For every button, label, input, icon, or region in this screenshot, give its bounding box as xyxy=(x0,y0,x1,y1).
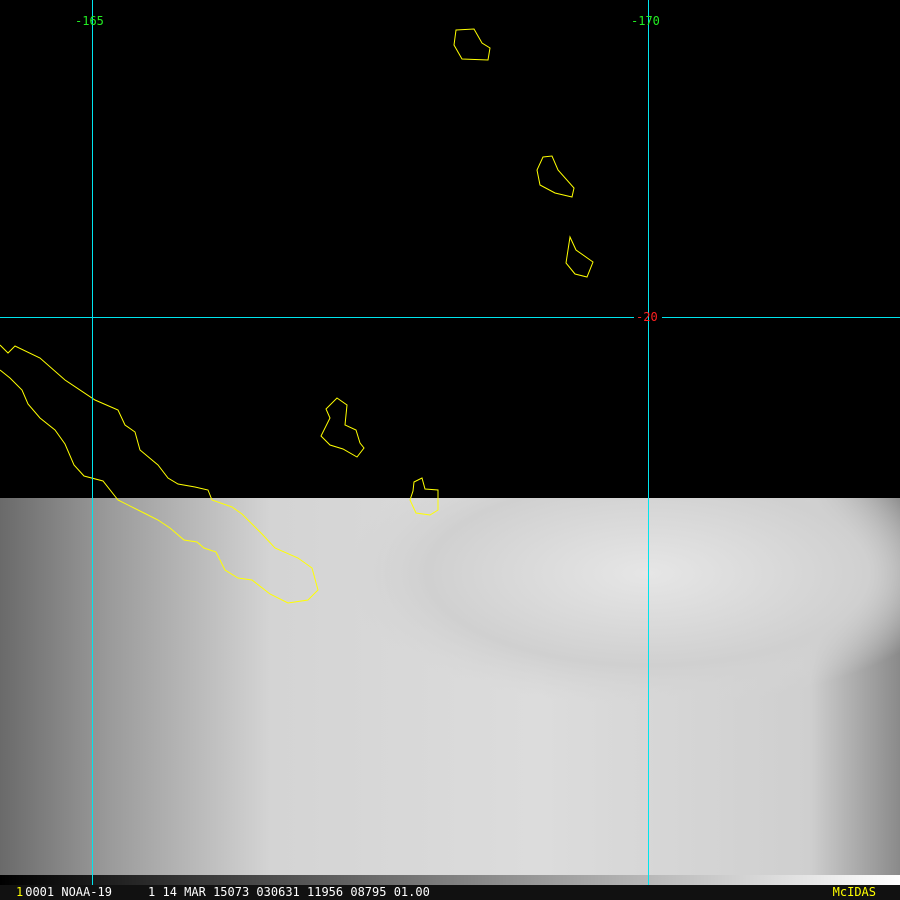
cloud-swirl xyxy=(0,498,900,875)
coastline-island xyxy=(453,28,491,61)
coastline-island xyxy=(536,155,575,198)
longitude-label: -170 xyxy=(631,14,660,28)
satellite-image-viewer: -165 -170 -20 1 0001 NOAA-19 1 14 MAR 15… xyxy=(0,0,900,900)
frame-number: 1 xyxy=(16,885,24,899)
longitude-label: -165 xyxy=(75,14,104,28)
mcidas-brand: McIDAS xyxy=(832,885,876,899)
coastline-island xyxy=(320,397,365,458)
coastline-island xyxy=(565,235,594,278)
image-info: 0001 NOAA-19 1 14 MAR 15073 030631 11956… xyxy=(25,885,430,899)
satellite-image xyxy=(0,0,900,885)
grayscale-bar xyxy=(0,875,900,885)
status-bar: 1 0001 NOAA-19 1 14 MAR 15073 030631 119… xyxy=(0,885,900,900)
latitude-label: -20 xyxy=(636,310,658,324)
